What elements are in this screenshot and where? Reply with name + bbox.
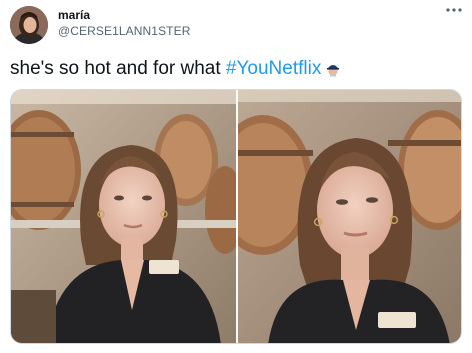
tweet-text: she's so hot and for what #YouNetflix (10, 58, 341, 83)
photo-left[interactable] (11, 90, 236, 343)
photo-right[interactable] (238, 90, 461, 343)
media-grid (10, 89, 462, 344)
hashtag-link[interactable]: #YouNetflix (226, 58, 321, 79)
hashtag-emoji-icon (325, 61, 341, 83)
user-handle[interactable]: @CERSE1LANN1STER (58, 24, 191, 38)
display-name[interactable]: maría (58, 8, 90, 22)
ellipsis-icon[interactable] (444, 4, 464, 16)
tweet-text-body: she's so hot and for what (10, 58, 226, 79)
tweet-card[interactable]: maría @CERSE1LANN1STER she's so hot and … (0, 0, 472, 353)
avatar[interactable] (10, 6, 48, 44)
